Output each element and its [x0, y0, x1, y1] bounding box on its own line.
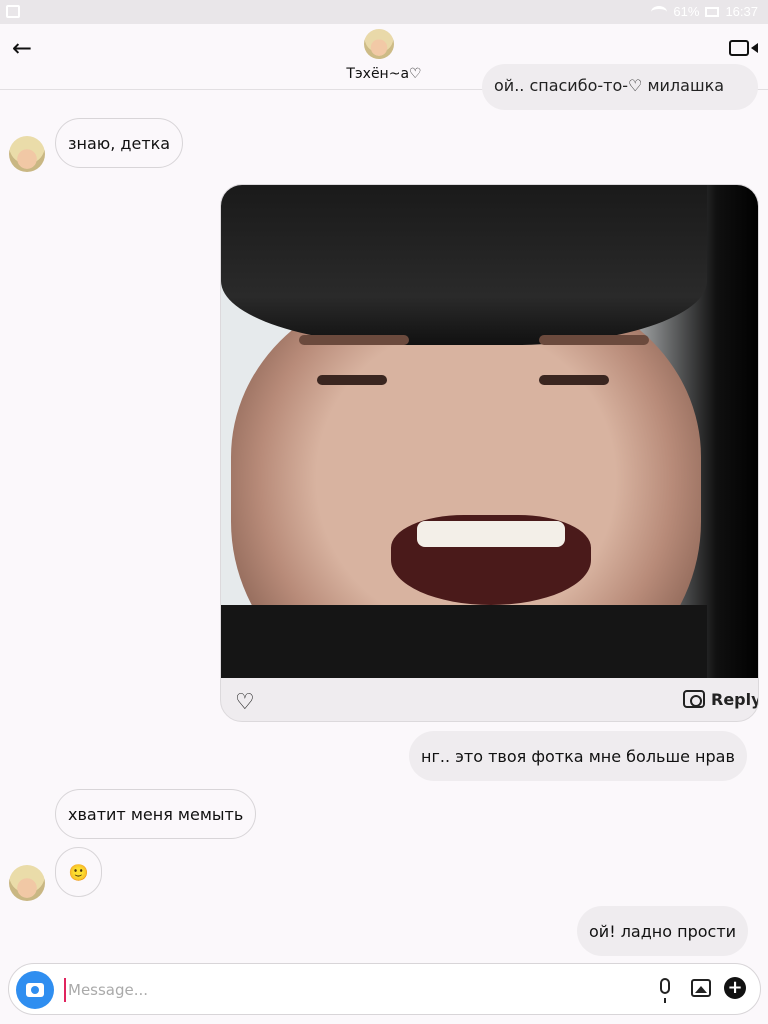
message-text: ой! ладно прости — [589, 921, 737, 941]
heart-icon[interactable]: ♡ — [235, 692, 255, 714]
photo-brow-right — [539, 335, 649, 345]
camera-icon[interactable] — [16, 971, 54, 1009]
photo-shirt — [221, 605, 707, 678]
message-text: ой.. спасибо-то-♡ милашка — [494, 76, 725, 95]
outgoing-message[interactable]: ой.. спасибо-то-♡ милашка — [482, 64, 758, 110]
message-text: нг.. это твоя фотка мне больше нрав — [421, 746, 735, 766]
smile-emoji-icon: 🙂 — [68, 862, 89, 882]
photo-beanie — [221, 185, 707, 345]
outgoing-message[interactable]: ой! ладно прости — [577, 906, 749, 956]
photo-actions: ♡ Reply — [221, 678, 758, 721]
back-arrow-icon[interactable]: ← — [12, 34, 32, 62]
gallery-notification-icon — [6, 5, 20, 18]
contact-avatar[interactable] — [364, 29, 394, 59]
clock: 16:37 — [725, 4, 758, 19]
photo-message[interactable]: ♡ Reply — [220, 184, 759, 722]
battery-icon — [705, 6, 720, 17]
plus-icon[interactable]: + — [724, 977, 746, 999]
photo-eye-left — [317, 375, 387, 385]
reply-button[interactable]: Reply — [711, 690, 758, 709]
photo-mouth — [391, 515, 591, 605]
message-text: хватит меня мемыть — [68, 804, 244, 824]
photo-eye-right — [539, 375, 609, 385]
sender-avatar[interactable] — [9, 136, 45, 172]
camera-reply-icon[interactable] — [683, 690, 705, 708]
incoming-message[interactable]: знаю, детка — [55, 118, 184, 168]
shared-photo[interactable] — [221, 185, 758, 678]
wifi-icon — [651, 5, 668, 18]
video-call-icon[interactable] — [729, 40, 758, 56]
message-text: знаю, детка — [68, 133, 171, 153]
message-input[interactable] — [64, 978, 624, 1002]
sender-avatar[interactable] — [9, 865, 45, 901]
incoming-emoji-message[interactable]: 🙂 — [55, 847, 102, 897]
outgoing-message[interactable]: нг.. это твоя фотка мне больше нрав — [409, 731, 747, 781]
gallery-icon[interactable] — [691, 979, 711, 997]
photo-brow-left — [299, 335, 409, 345]
message-composer: + — [8, 963, 761, 1015]
status-right: 61% 16:37 — [651, 4, 758, 19]
status-bar: 61% 16:37 — [0, 0, 768, 24]
microphone-icon[interactable] — [660, 978, 670, 1003]
incoming-message[interactable]: хватит меня мемыть — [55, 789, 257, 839]
battery-percent: 61% — [673, 4, 700, 19]
